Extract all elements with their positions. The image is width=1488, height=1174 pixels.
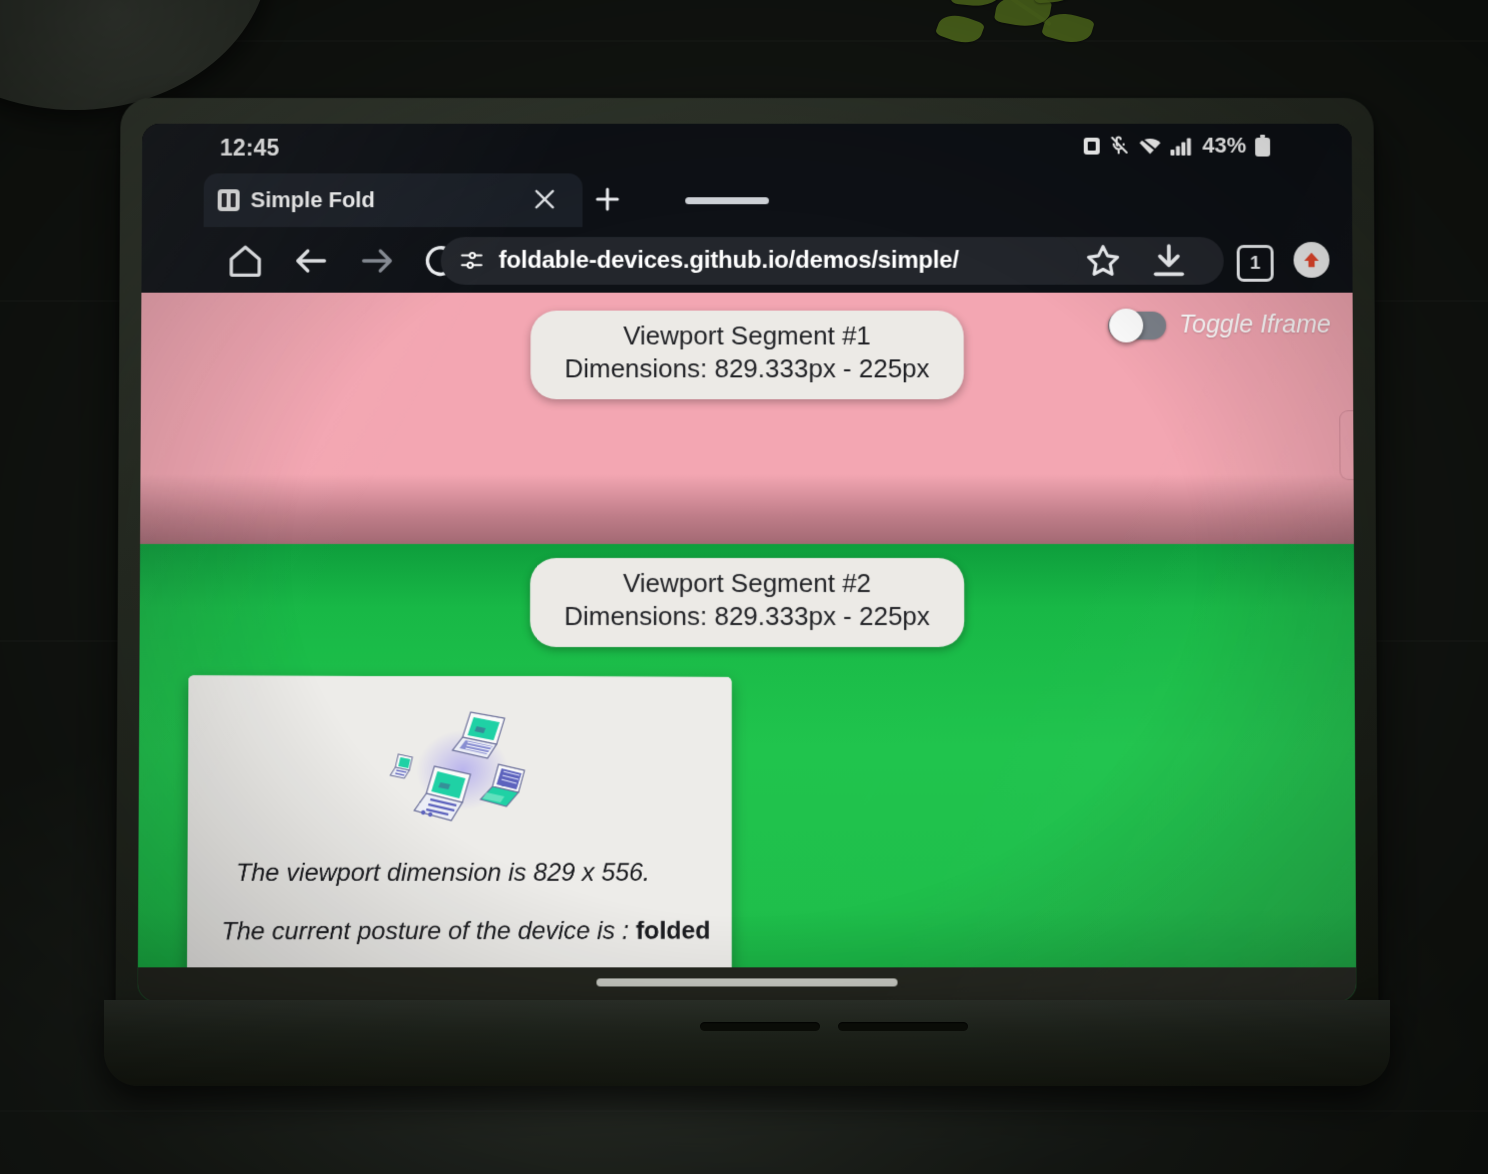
back-arrow-icon[interactable] — [291, 241, 331, 281]
segment-1-dimensions: Dimensions: 829.333px - 225px — [564, 353, 930, 384]
fold-shadow — [140, 474, 1354, 545]
status-clock: 12:45 — [219, 134, 280, 161]
close-tab-icon[interactable] — [531, 185, 559, 213]
new-tab-icon[interactable] — [592, 184, 622, 214]
url-text: foldable-devices.github.io/demos/simple/ — [498, 246, 959, 274]
page-viewport: Viewport Segment #1 Dimensions: 829.333p… — [137, 292, 1357, 1002]
photo-scene: 12:45 43% Simple Fold foldable-devices.g… — [0, 0, 1488, 1174]
desk-grain — [0, 1110, 1488, 1112]
posture-value: folded — [635, 916, 711, 945]
window-grabber-handle[interactable] — [685, 197, 769, 205]
segment-2-label: Viewport Segment #2 Dimensions: 829.333p… — [530, 558, 964, 647]
device-posture-text: The current posture of the device is : f… — [221, 917, 710, 947]
site-settings-icon[interactable] — [459, 248, 485, 274]
usb-port — [700, 1022, 820, 1031]
speaker-grille — [838, 1022, 968, 1031]
foldable-laptops-illustration — [365, 710, 525, 853]
browser-tab-simple-fold[interactable]: Simple Fold — [203, 173, 583, 228]
viewport-dimension-text: The viewport dimension is 829 x 556. — [235, 858, 650, 888]
battery-icon — [1255, 134, 1271, 157]
tab-title: Simple Fold — [250, 187, 375, 213]
toggle-iframe-control[interactable]: Toggle Iframe — [1108, 308, 1331, 342]
download-icon[interactable] — [1149, 241, 1189, 281]
toggle-iframe-label: Toggle Iframe — [1179, 310, 1331, 339]
gesture-pill[interactable] — [596, 978, 898, 987]
mic-off-icon — [1110, 136, 1130, 156]
segment-1-title: Viewport Segment #1 — [623, 320, 871, 351]
fern-plant — [820, 0, 1120, 80]
cellular-signal-icon — [1170, 137, 1191, 156]
battery-percent: 43% — [1202, 132, 1247, 158]
segment-2-dimensions: Dimensions: 829.333px - 225px — [564, 601, 930, 632]
browser-menu-button[interactable] — [1293, 241, 1330, 278]
status-bar: 12:45 43% — [142, 123, 1352, 172]
wifi-icon — [1138, 136, 1161, 155]
favicon-icon — [217, 189, 240, 212]
info-card: The viewport dimension is 829 x 556. The… — [186, 675, 732, 979]
segment-1-label: Viewport Segment #1 Dimensions: 829.333p… — [530, 310, 964, 399]
browser-toolbar: foldable-devices.github.io/demos/simple/… — [141, 229, 1353, 293]
phone-case-lip — [104, 1000, 1390, 1086]
toggle-knob — [1109, 308, 1144, 342]
star-icon[interactable] — [1083, 241, 1123, 281]
edge-scroll-handle[interactable] — [1339, 410, 1355, 481]
tab-counter-button[interactable]: 1 — [1236, 244, 1274, 282]
screenshot-icon — [1083, 137, 1100, 155]
home-icon[interactable] — [225, 241, 265, 281]
tab-count-label: 1 — [1249, 252, 1261, 274]
planter-pot — [0, 0, 270, 110]
menu-update-icon — [1304, 252, 1319, 268]
forward-arrow-icon — [357, 241, 397, 281]
posture-prefix: The current posture of the device is : — [221, 916, 636, 946]
device-screen: 12:45 43% Simple Fold foldable-devices.g… — [137, 123, 1357, 1002]
foldable-phone-device: 12:45 43% Simple Fold foldable-devices.g… — [115, 97, 1379, 1028]
viewport-segment-1: Viewport Segment #1 Dimensions: 829.333p… — [140, 292, 1355, 545]
address-bar[interactable]: foldable-devices.github.io/demos/simple/ — [440, 236, 1080, 285]
gesture-nav-bar — [137, 967, 1357, 1002]
toggle-iframe-switch[interactable] — [1108, 308, 1167, 342]
segment-2-title: Viewport Segment #2 — [622, 567, 872, 599]
tab-strip: Simple Fold — [141, 171, 1353, 230]
status-icons: 43% — [1083, 132, 1271, 159]
